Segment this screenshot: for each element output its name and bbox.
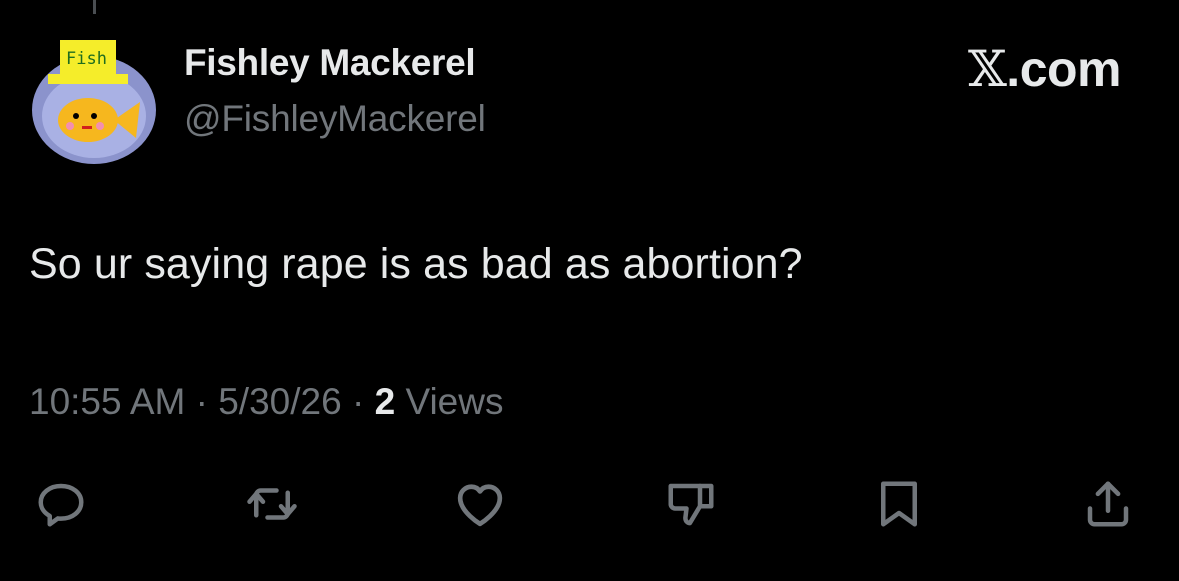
thread-connector-line (93, 0, 96, 14)
user-handle[interactable]: @FishleyMackerel (184, 98, 486, 140)
dislike-button[interactable] (663, 476, 719, 532)
display-name[interactable]: Fishley Mackerel (184, 42, 476, 84)
like-button[interactable] (452, 476, 508, 532)
brand-suffix: .com (1006, 41, 1121, 97)
avatar-hat-label: Fish (66, 49, 107, 69)
bookmark-icon (881, 481, 917, 527)
reply-button[interactable] (33, 476, 89, 532)
views-label: Views (405, 381, 504, 422)
avatar[interactable]: Fish (30, 38, 158, 166)
retweet-button[interactable] (244, 476, 300, 532)
retweet-icon (247, 488, 297, 520)
views-count: 2 (374, 381, 396, 422)
tweet-date[interactable]: 5/30/26 (218, 381, 341, 422)
tweet-time[interactable]: 10:55 AM (29, 381, 185, 422)
like-icon (457, 484, 503, 527)
x-com-logo: 𝕏.com (968, 40, 1121, 98)
meta-separator: · (195, 381, 208, 422)
dislike-icon (668, 483, 714, 526)
x-logo-icon: 𝕏 (968, 40, 1007, 98)
tweet-action-bar (0, 476, 1179, 536)
bookmark-button[interactable] (871, 476, 927, 532)
meta-separator: · (351, 381, 365, 422)
tweet-text: So ur saying rape is as bad as abortion? (29, 240, 803, 288)
reply-icon (38, 483, 84, 527)
share-button[interactable] (1080, 476, 1136, 532)
share-icon (1087, 481, 1129, 527)
tweet-metadata: 10:55 AM · 5/30/26 · 2 Views (29, 381, 503, 423)
